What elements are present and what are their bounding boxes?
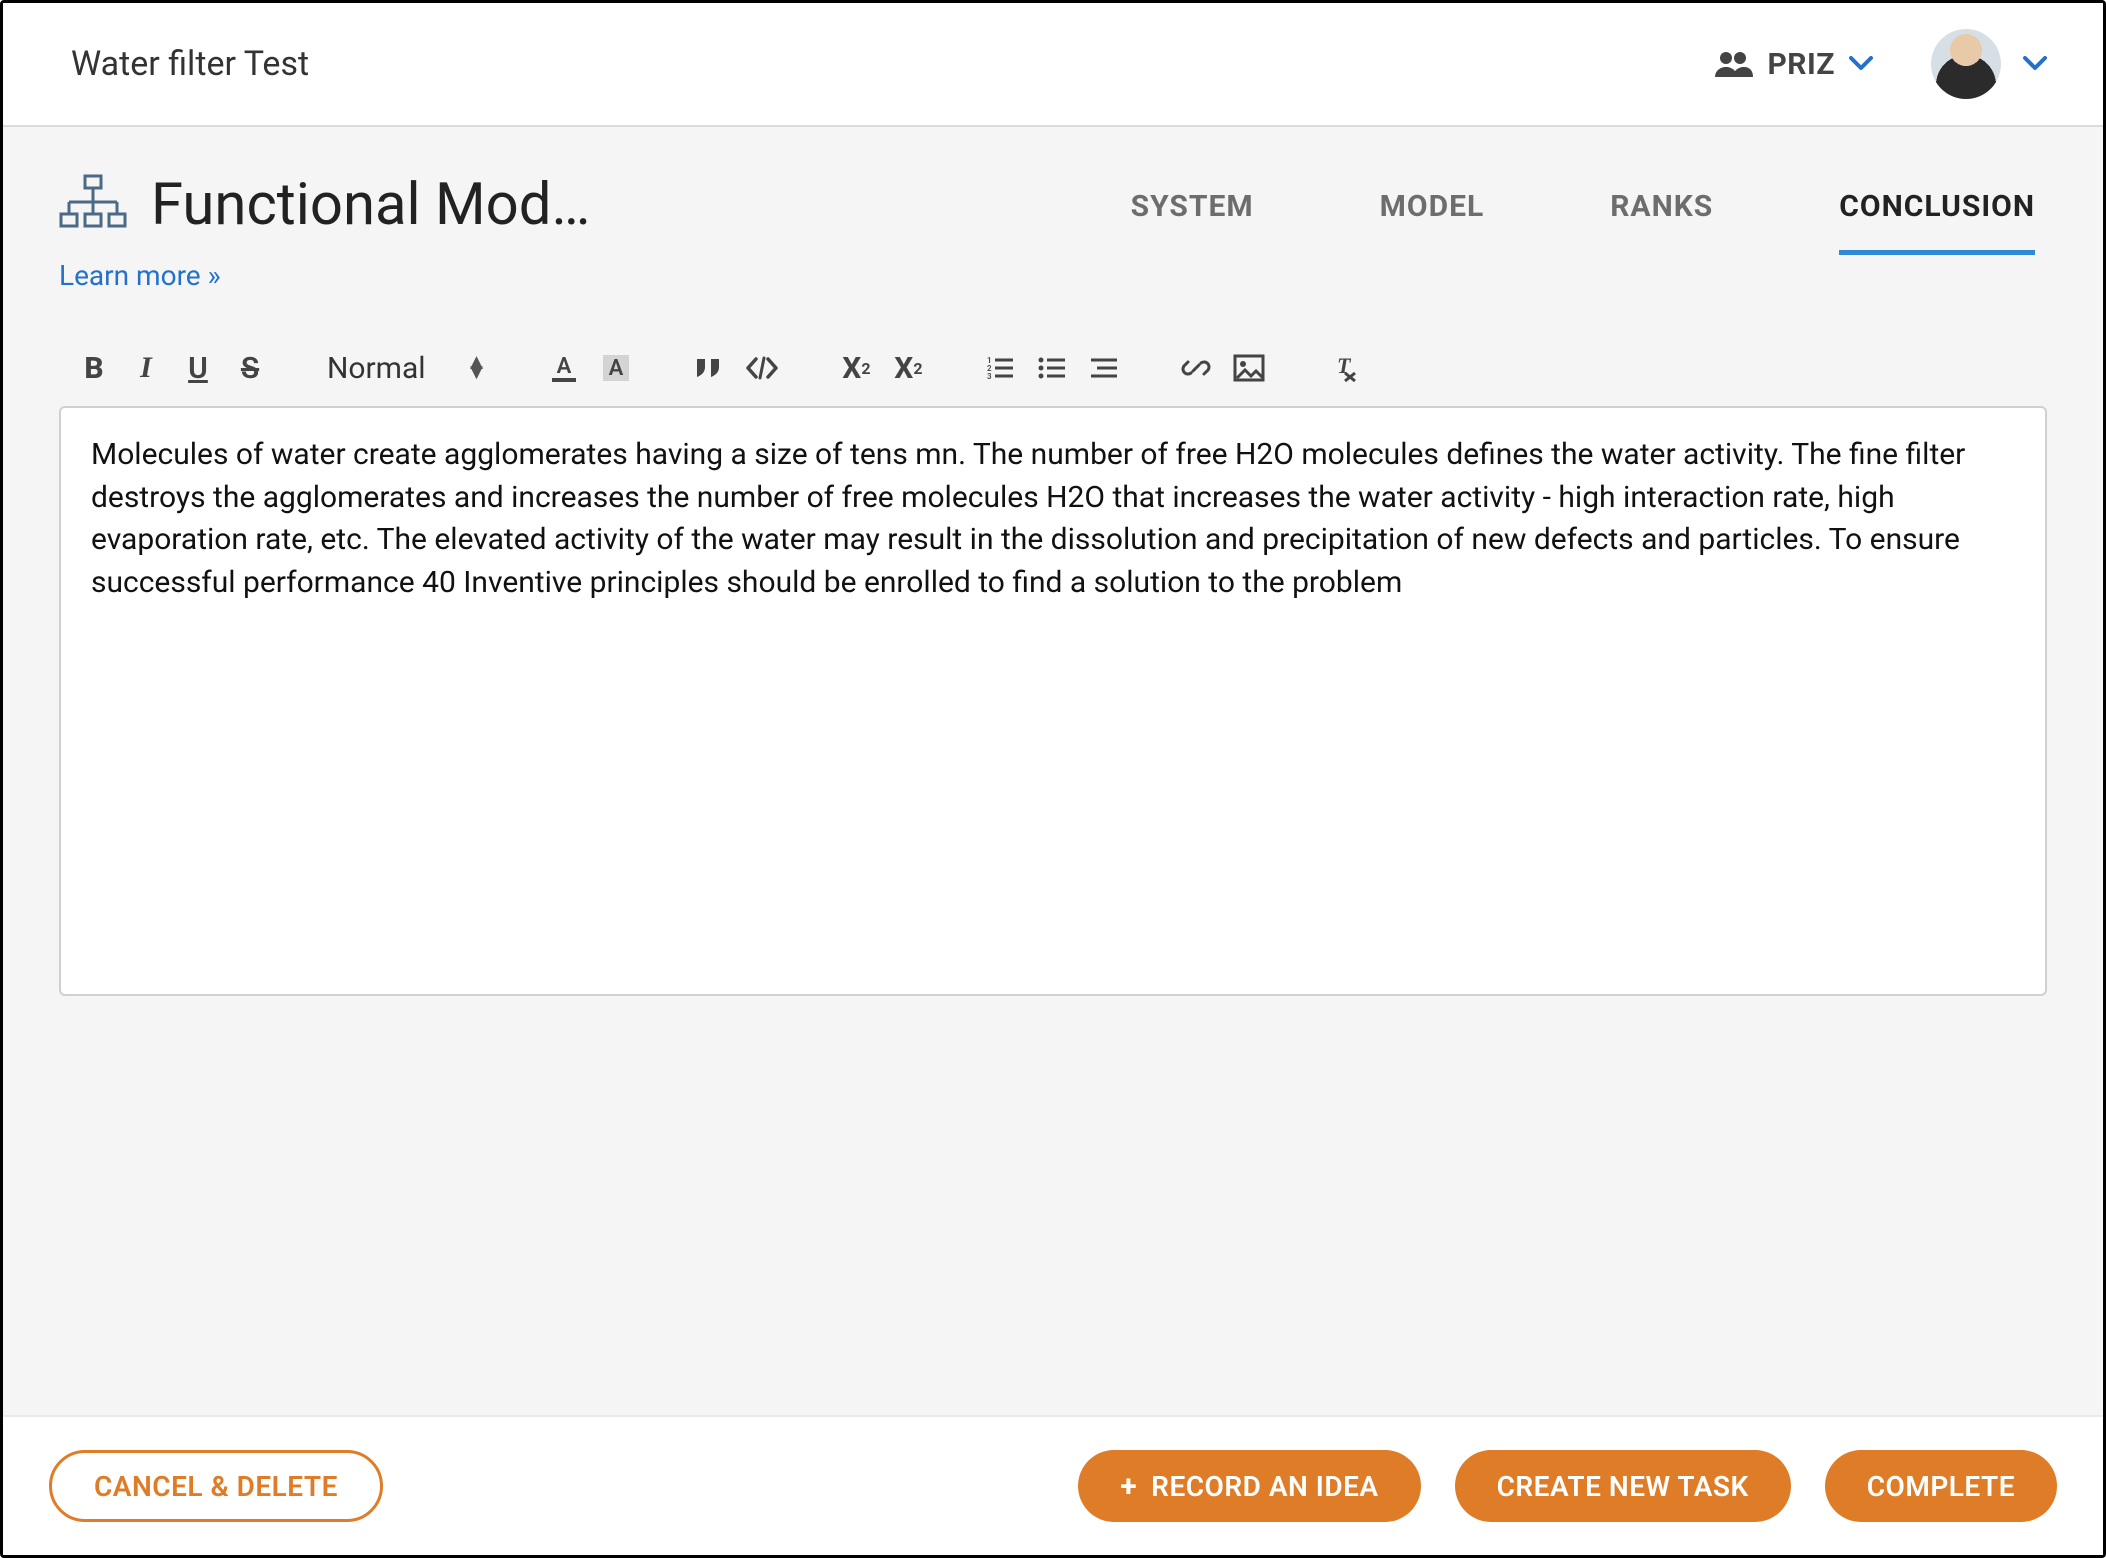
- underline-button[interactable]: U: [183, 351, 213, 386]
- blockquote-button[interactable]: [693, 355, 723, 381]
- plus-icon: +: [1120, 1469, 1137, 1504]
- tab-model[interactable]: MODEL: [1380, 189, 1485, 255]
- link-button[interactable]: [1181, 353, 1211, 383]
- people-icon: [1713, 49, 1753, 79]
- cancel-delete-button[interactable]: CANCEL & DELETE: [49, 1450, 383, 1522]
- conclusion-editor[interactable]: Molecules of water create agglomerates h…: [59, 406, 2047, 996]
- indent-button[interactable]: [1089, 355, 1119, 381]
- user-menu-chevron-icon[interactable]: [2023, 50, 2047, 78]
- bold-button[interactable]: B: [79, 351, 109, 386]
- record-idea-label: RECORD AN IDEA: [1151, 1470, 1378, 1503]
- workspace-label: PRIZ: [1767, 47, 1835, 82]
- italic-button[interactable]: I: [131, 351, 161, 385]
- paragraph-format-label: Normal: [327, 351, 426, 386]
- superscript-button[interactable]: X2: [893, 351, 923, 386]
- complete-button[interactable]: COMPLETE: [1825, 1450, 2057, 1522]
- page-title: Functional Mod…: [151, 171, 590, 239]
- topbar: Water filter Test PRIZ: [3, 3, 2103, 127]
- svg-text:A: A: [557, 354, 572, 379]
- strikethrough-button[interactable]: S: [235, 351, 265, 386]
- svg-text:3: 3: [987, 372, 992, 381]
- select-arrows-icon: ▲▼: [466, 358, 488, 378]
- code-block-button[interactable]: [745, 356, 779, 380]
- functional-model-icon: [59, 174, 127, 236]
- tab-conclusion[interactable]: CONCLUSION: [1839, 189, 2035, 255]
- workspace-switcher[interactable]: PRIZ: [1703, 41, 1883, 88]
- editor-toolbar: B I U S Normal ▲▼ A: [59, 340, 2047, 396]
- image-button[interactable]: [1233, 354, 1265, 382]
- create-task-button[interactable]: CREATE NEW TASK: [1455, 1450, 1791, 1522]
- clear-formatting-button[interactable]: T: [1327, 353, 1357, 383]
- paragraph-format-select[interactable]: Normal ▲▼: [327, 351, 487, 386]
- highlight-color-button[interactable]: A: [601, 353, 631, 383]
- project-title: Water filter Test: [71, 44, 309, 84]
- text-color-button[interactable]: A: [549, 353, 579, 383]
- learn-more-link[interactable]: Learn more »: [59, 259, 839, 292]
- tab-ranks[interactable]: RANKS: [1610, 189, 1713, 255]
- conclusion-text: Molecules of water create agglomerates h…: [91, 434, 2015, 604]
- unordered-list-button[interactable]: [1037, 355, 1067, 381]
- subscript-button[interactable]: X2: [841, 351, 871, 386]
- tab-system[interactable]: SYSTEM: [1131, 189, 1254, 255]
- record-idea-button[interactable]: + RECORD AN IDEA: [1078, 1450, 1420, 1522]
- ordered-list-button[interactable]: 123: [985, 355, 1015, 381]
- chevron-down-icon: [1849, 50, 1873, 78]
- page-header: Functional Mod… Learn more » SYSTEM MODE…: [3, 127, 2103, 292]
- tabs: SYSTEM MODEL RANKS CONCLUSION: [1131, 171, 2043, 255]
- footer: CANCEL & DELETE + RECORD AN IDEA CREATE …: [3, 1415, 2103, 1555]
- svg-text:A: A: [609, 356, 624, 381]
- user-avatar[interactable]: [1931, 29, 2001, 99]
